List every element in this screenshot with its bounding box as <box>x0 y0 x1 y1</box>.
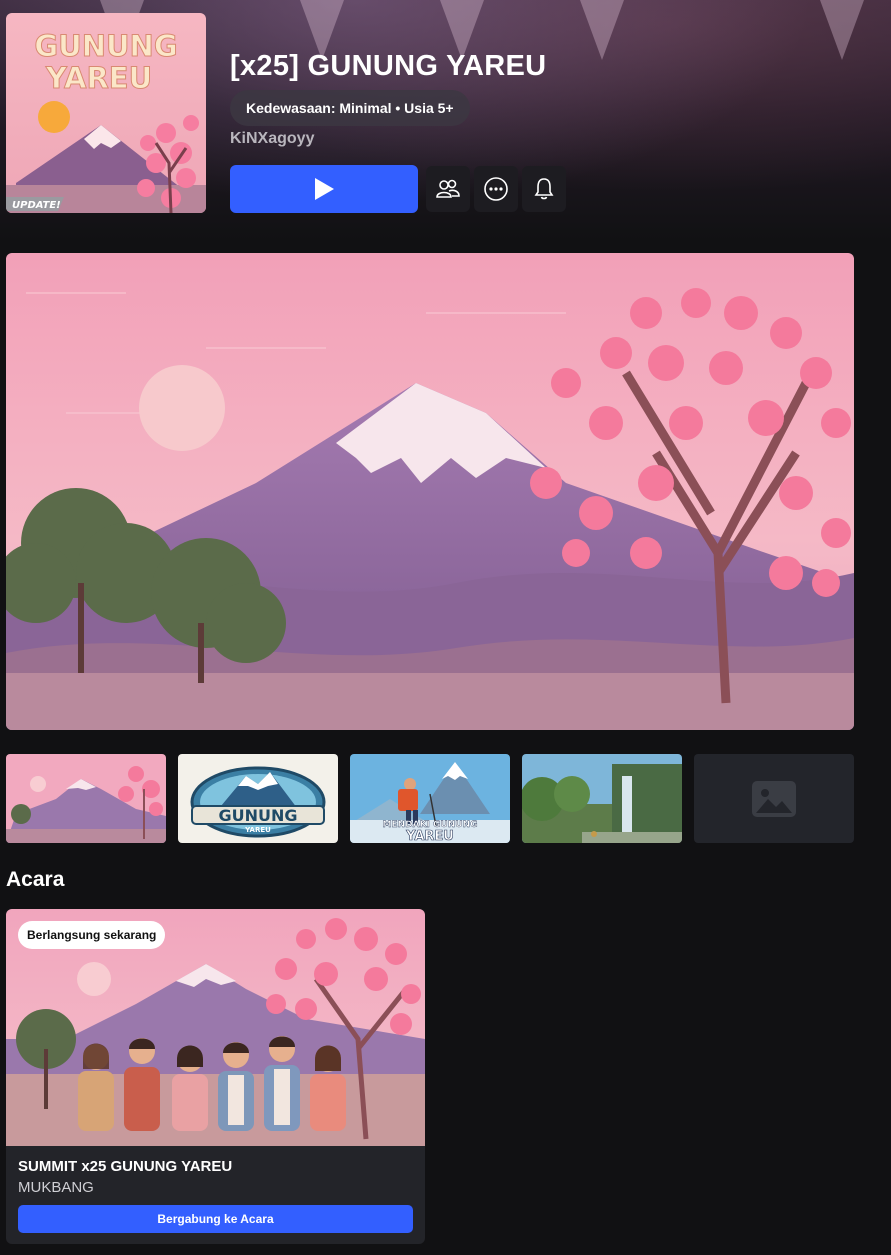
notify-button[interactable] <box>522 166 566 212</box>
maturity-badge: Kedewasaan: Minimal • Usia 5+ <box>230 90 470 126</box>
image-placeholder-icon <box>752 780 796 817</box>
more-icon <box>484 177 508 201</box>
game-icon: GUNUNG YAREU UPDATE! <box>6 13 206 213</box>
creator-link[interactable]: KiNXagoyy <box>230 130 314 148</box>
svg-text:YAREU: YAREU <box>244 826 271 834</box>
hero-decoration <box>820 0 864 60</box>
play-button[interactable] <box>230 165 418 213</box>
event-subtitle: MUKBANG <box>18 1179 94 1196</box>
svg-text:GUNUNG: GUNUNG <box>218 806 297 825</box>
gallery-placeholder <box>694 754 854 843</box>
section-title-events: Acara <box>6 868 65 891</box>
more-button[interactable] <box>474 166 518 212</box>
hero-decoration <box>580 0 624 60</box>
join-event-button[interactable]: Bergabung ke Acara <box>18 1205 413 1233</box>
icon-title-text: GUNUNG <box>34 29 177 63</box>
event-title: SUMMIT x25 GUNUNG YAREU <box>18 1158 233 1175</box>
icon-badge-text: UPDATE! <box>12 200 61 211</box>
play-icon <box>315 178 334 200</box>
gallery-thumbnail[interactable] <box>522 754 682 843</box>
friends-button[interactable] <box>426 166 470 212</box>
gallery-thumbnail[interactable]: GUNUNG YAREU <box>178 754 338 843</box>
bell-icon <box>534 178 554 200</box>
svg-text:YAREU: YAREU <box>405 829 454 843</box>
gallery-thumbnail[interactable] <box>6 754 166 843</box>
event-card[interactable]: Berlangsung sekarang SUMMIT x25 GUNUNG Y… <box>6 909 425 1244</box>
game-title: [x25] GUNUNG YAREU <box>230 50 547 82</box>
gallery-thumbnail[interactable]: MENDAKI GUNUNG YAREU <box>350 754 510 843</box>
friends-icon <box>436 179 460 198</box>
live-status-badge: Berlangsung sekarang <box>18 921 166 949</box>
main-screenshot[interactable] <box>6 253 854 730</box>
svg-text:YAREU: YAREU <box>45 61 152 95</box>
